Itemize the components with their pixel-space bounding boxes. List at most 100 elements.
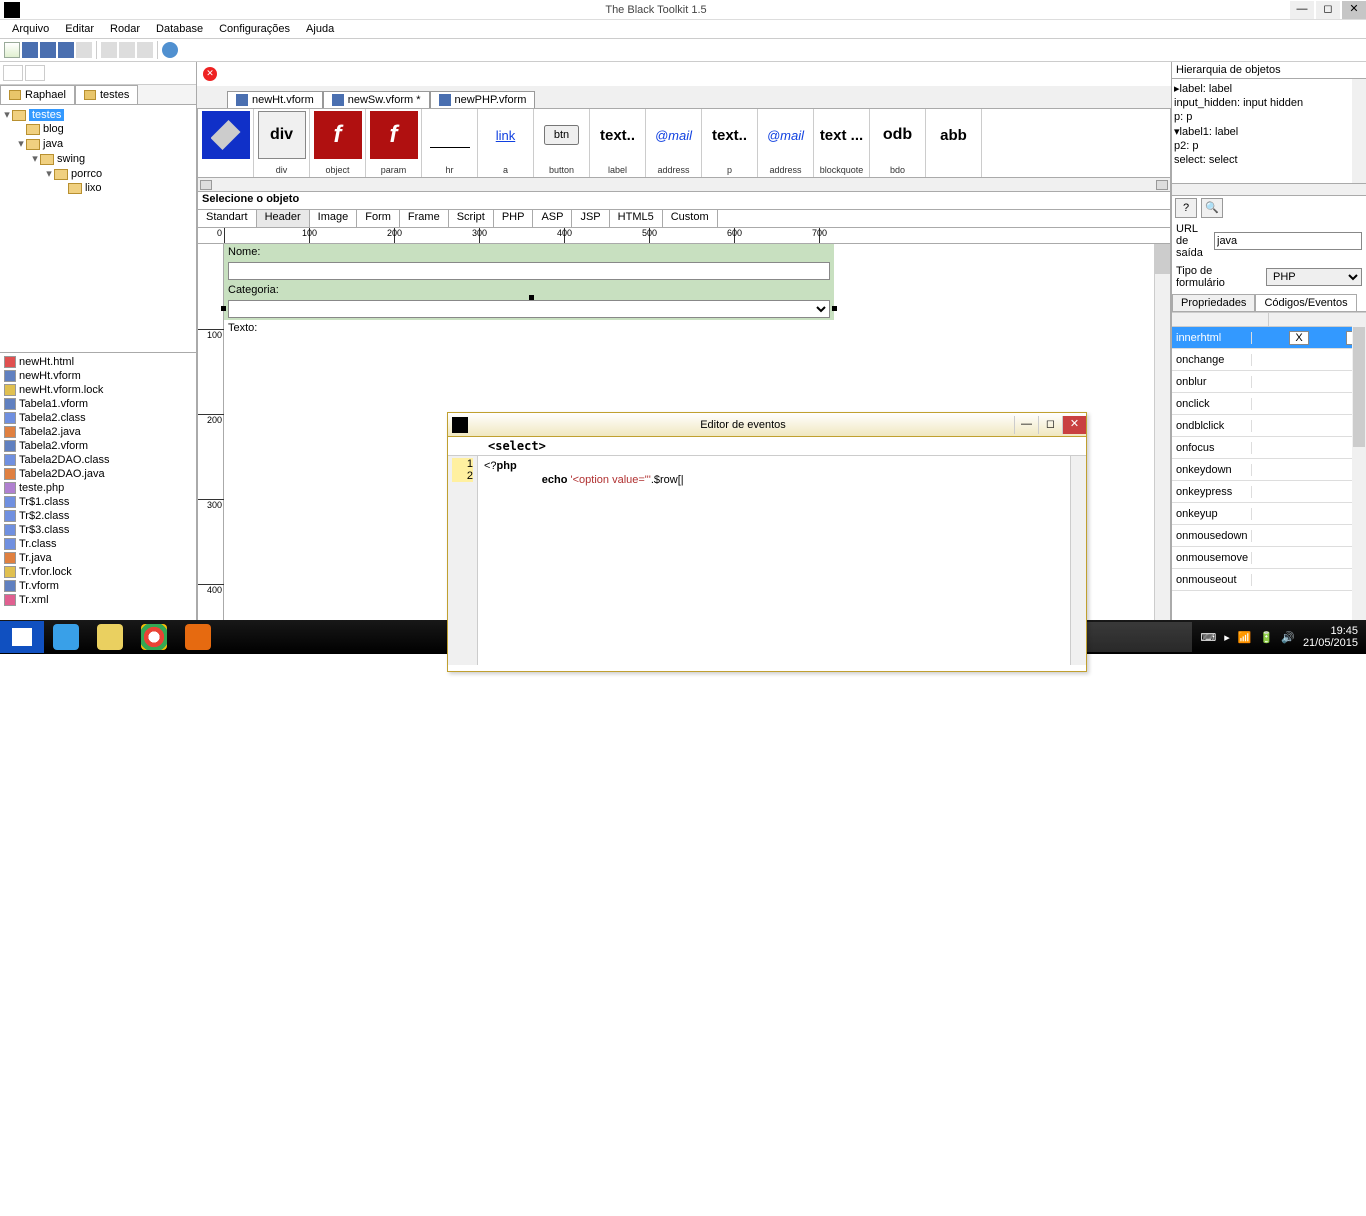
wifi-icon[interactable]: 📶 xyxy=(1238,631,1252,644)
component-a[interactable]: linka xyxy=(478,109,534,177)
tree-root[interactable]: testes xyxy=(29,109,64,121)
file-list[interactable]: newHt.html newHt.vform newHt.vform.lock … xyxy=(0,352,196,652)
battery-icon[interactable]: 🔋 xyxy=(1260,631,1274,644)
hier-node[interactable]: label: label xyxy=(1180,83,1233,95)
menu-database[interactable]: Database xyxy=(148,21,211,37)
file-item[interactable]: newHt.html xyxy=(19,356,74,368)
component-blockquote[interactable]: text ...blockquote xyxy=(814,109,870,177)
file-item[interactable]: Tr$1.class xyxy=(19,496,69,508)
event-row-onkeyup[interactable]: onkeyup xyxy=(1172,503,1366,525)
event-row-onblur[interactable]: onblur xyxy=(1172,371,1366,393)
tab-testes[interactable]: testes xyxy=(75,85,138,104)
ee-close-button[interactable]: ✕ xyxy=(1062,416,1086,434)
explorer-icon[interactable] xyxy=(88,621,132,653)
file-item[interactable]: Tr.class xyxy=(19,538,57,550)
cat-tab-image[interactable]: Image xyxy=(310,210,358,227)
tab-codigos-eventos[interactable]: Códigos/Eventos xyxy=(1255,294,1356,311)
ee-minimize-button[interactable]: — xyxy=(1014,416,1038,434)
help-button[interactable]: ? xyxy=(1175,198,1197,218)
cat-tab-html5[interactable]: HTML5 xyxy=(610,210,663,227)
file-item[interactable]: newHt.vform.lock xyxy=(19,384,103,396)
file-item[interactable]: Tr$3.class xyxy=(19,524,69,536)
file-item[interactable]: Tabela2.java xyxy=(19,426,81,438)
hier-node[interactable]: select: select xyxy=(1174,154,1238,166)
event-list[interactable]: innerhtmlX...onchangeonbluronclickondblc… xyxy=(1172,312,1366,652)
event-row-onmousedown[interactable]: onmousedown xyxy=(1172,525,1366,547)
file-item[interactable]: Tabela1.vform xyxy=(19,398,88,410)
cat-tab-custom[interactable]: Custom xyxy=(663,210,718,227)
event-row-onmousemove[interactable]: onmousemove xyxy=(1172,547,1366,569)
file-item[interactable]: Tr.vfor.lock xyxy=(19,566,72,578)
maximize-button[interactable]: ◻ xyxy=(1316,1,1340,19)
component-object[interactable]: fobject xyxy=(310,109,366,177)
tool-icon-1[interactable] xyxy=(76,42,92,58)
firefox-icon[interactable] xyxy=(176,621,220,653)
file-item[interactable]: Tabela2DAO.class xyxy=(19,454,110,466)
form-designer[interactable]: Nome: Categoria: Texto: xyxy=(224,244,834,336)
tab-raphael[interactable]: Raphael xyxy=(0,85,75,104)
hier-node[interactable]: label1: label xyxy=(1180,126,1239,138)
tree-item[interactable]: blog xyxy=(43,123,64,135)
file-item[interactable]: teste.php xyxy=(19,482,64,494)
file-item[interactable]: Tabela2.vform xyxy=(19,440,88,452)
scroll-right-icon[interactable] xyxy=(1156,180,1168,190)
chrome-icon[interactable] xyxy=(132,621,176,653)
component-param[interactable]: fparam xyxy=(366,109,422,177)
flag-icon[interactable]: ▸ xyxy=(1224,631,1230,644)
event-row-onkeypress[interactable]: onkeypress xyxy=(1172,481,1366,503)
cat-tab-php[interactable]: PHP xyxy=(494,210,534,227)
menu-configuracoes[interactable]: Configurações xyxy=(211,21,298,37)
close-tab-icon[interactable]: ✕ xyxy=(203,67,217,81)
file-item[interactable]: Tr.xml xyxy=(19,594,49,606)
event-clear-button[interactable]: X xyxy=(1289,331,1309,345)
ee-maximize-button[interactable]: ◻ xyxy=(1038,416,1062,434)
tab-newphp[interactable]: newPHP.vform xyxy=(430,91,536,108)
component-p[interactable]: text..p xyxy=(702,109,758,177)
scroll-left-icon[interactable] xyxy=(200,180,212,190)
cat-tab-asp[interactable]: ASP xyxy=(533,210,572,227)
minimize-button[interactable]: — xyxy=(1290,1,1314,19)
keyboard-icon[interactable]: ⌨ xyxy=(1200,631,1216,644)
cat-tab-header[interactable]: Header xyxy=(257,210,310,227)
globe-icon[interactable] xyxy=(162,42,178,58)
component-label[interactable]: text..label xyxy=(590,109,646,177)
save-icon[interactable] xyxy=(22,42,38,58)
event-row-innerhtml[interactable]: innerhtmlX... xyxy=(1172,327,1366,349)
menu-arquivo[interactable]: Arquivo xyxy=(4,21,57,37)
ie-icon[interactable] xyxy=(44,621,88,653)
tool-icon-2[interactable] xyxy=(101,42,117,58)
hier-node[interactable]: p2: p xyxy=(1174,140,1198,152)
event-row-onmouseout[interactable]: onmouseout xyxy=(1172,569,1366,591)
component-button[interactable]: btnbutton xyxy=(534,109,590,177)
cat-tab-standart[interactable]: Standart xyxy=(198,210,257,227)
hier-node[interactable]: p: p xyxy=(1174,111,1192,123)
tree-item[interactable]: lixo xyxy=(85,182,102,194)
save-as-icon[interactable] xyxy=(40,42,56,58)
file-item[interactable]: Tr.vform xyxy=(19,580,59,592)
component-address[interactable]: @mailaddress xyxy=(758,109,814,177)
component-bdo[interactable]: odbbdo xyxy=(870,109,926,177)
categoria-select[interactable] xyxy=(228,300,830,318)
tab-newht[interactable]: newHt.vform xyxy=(227,91,323,108)
code-vscroll[interactable] xyxy=(1070,456,1086,665)
project-tree[interactable]: ▾testes blog ▾java ▾swing ▾porrco lixo xyxy=(0,105,196,352)
code-editor[interactable]: 12 <?php echo '<option value="'.$row[| xyxy=(448,455,1086,665)
hier-vscroll[interactable] xyxy=(1352,79,1366,183)
menu-rodar[interactable]: Rodar xyxy=(102,21,148,37)
event-row-onfocus[interactable]: onfocus xyxy=(1172,437,1366,459)
new-icon[interactable] xyxy=(4,42,20,58)
file-item[interactable]: Tr.java xyxy=(19,552,52,564)
cat-tab-jsp[interactable]: JSP xyxy=(572,210,609,227)
save-all-icon[interactable] xyxy=(58,42,74,58)
tab-propriedades[interactable]: Propriedades xyxy=(1172,294,1255,311)
tree-item[interactable]: java xyxy=(43,138,63,150)
cat-tab-script[interactable]: Script xyxy=(449,210,494,227)
tree-item[interactable]: swing xyxy=(57,153,85,165)
tab-newsw[interactable]: newSw.vform * xyxy=(323,91,430,108)
file-item[interactable]: newHt.vform xyxy=(19,370,81,382)
event-row-onclick[interactable]: onclick xyxy=(1172,393,1366,415)
tool-icon-4[interactable] xyxy=(137,42,153,58)
clock[interactable]: 19:45 21/05/2015 xyxy=(1303,625,1358,649)
zoom-button[interactable]: 🔍 xyxy=(1201,198,1223,218)
event-row-onkeydown[interactable]: onkeydown xyxy=(1172,459,1366,481)
